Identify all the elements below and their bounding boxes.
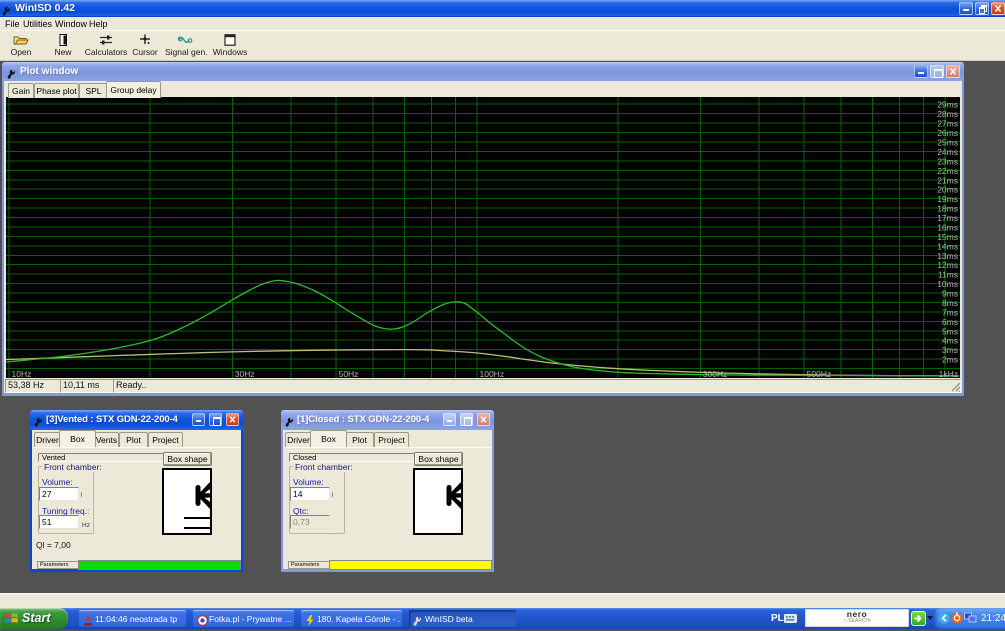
svg-text:21ms: 21ms bbox=[937, 175, 958, 185]
svg-text:16ms: 16ms bbox=[937, 223, 958, 233]
svg-text:29ms: 29ms bbox=[937, 100, 958, 110]
svg-text:14ms: 14ms bbox=[937, 241, 958, 251]
svg-text:9ms: 9ms bbox=[942, 289, 958, 299]
svg-text:8ms: 8ms bbox=[942, 298, 958, 308]
svg-text:23ms: 23ms bbox=[937, 156, 958, 166]
svg-text:100Hz: 100Hz bbox=[480, 369, 505, 378]
svg-text:6ms: 6ms bbox=[942, 317, 958, 327]
svg-text:19ms: 19ms bbox=[937, 194, 958, 204]
svg-text:2ms: 2ms bbox=[942, 355, 958, 365]
svg-text:18ms: 18ms bbox=[937, 204, 958, 214]
svg-text:24ms: 24ms bbox=[937, 147, 958, 157]
svg-text:27ms: 27ms bbox=[937, 119, 958, 129]
svg-text:1kHz: 1kHz bbox=[939, 369, 958, 378]
svg-text:500Hz: 500Hz bbox=[807, 369, 832, 378]
svg-text:30Hz: 30Hz bbox=[235, 369, 255, 378]
svg-text:15ms: 15ms bbox=[937, 232, 958, 242]
svg-text:20ms: 20ms bbox=[937, 185, 958, 195]
svg-text:10Hz: 10Hz bbox=[12, 369, 32, 378]
svg-text:12ms: 12ms bbox=[937, 260, 958, 270]
svg-text:11ms: 11ms bbox=[938, 270, 958, 280]
svg-text:5ms: 5ms bbox=[942, 326, 958, 336]
svg-text:4ms: 4ms bbox=[942, 336, 958, 346]
svg-text:13ms: 13ms bbox=[937, 251, 958, 261]
svg-text:3ms: 3ms bbox=[942, 345, 958, 355]
svg-text:17ms: 17ms bbox=[937, 213, 958, 223]
svg-text:22ms: 22ms bbox=[937, 166, 958, 176]
svg-text:300Hz: 300Hz bbox=[703, 369, 728, 378]
svg-text:26ms: 26ms bbox=[937, 128, 958, 138]
svg-text:10ms: 10ms bbox=[937, 279, 958, 289]
svg-text:50Hz: 50Hz bbox=[339, 369, 359, 378]
svg-text:28ms: 28ms bbox=[937, 109, 958, 119]
svg-text:7ms: 7ms bbox=[942, 307, 958, 317]
svg-text:25ms: 25ms bbox=[937, 138, 958, 148]
